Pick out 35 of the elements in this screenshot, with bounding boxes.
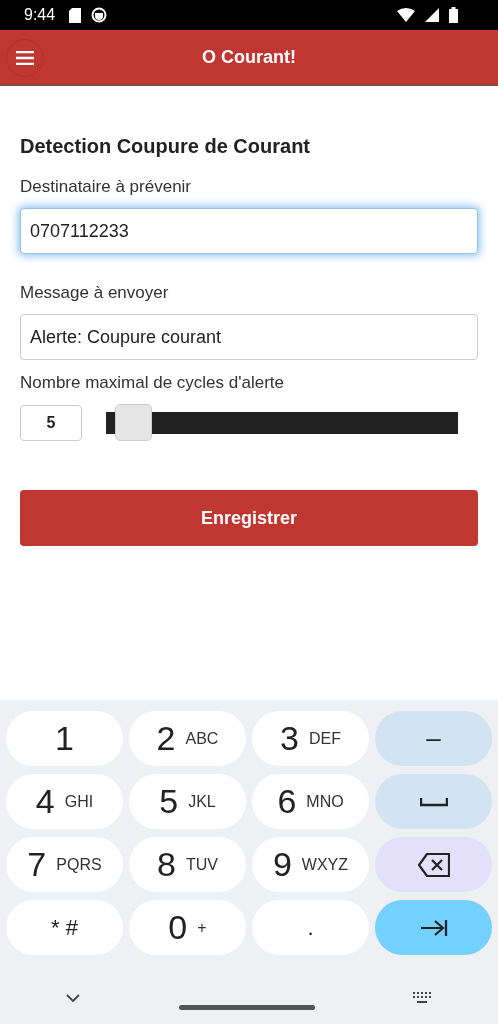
keyboard-key[interactable]: 2 ABC	[129, 711, 246, 766]
keyboard-key[interactable]: 5 JKL	[129, 774, 246, 829]
slider-thumb[interactable]	[115, 404, 153, 441]
space-icon	[419, 796, 448, 807]
keyboard-key[interactable]: –	[375, 711, 492, 766]
keyboard-key[interactable]: 8 TUV	[129, 837, 246, 892]
number-field[interactable]: 5	[20, 405, 82, 441]
tab-icon	[419, 918, 448, 937]
keyboard-icon[interactable]	[412, 990, 434, 1005]
keyboard-key[interactable]: .	[252, 900, 369, 955]
wifi-icon	[397, 8, 415, 22]
chevron-down-icon[interactable]	[65, 992, 81, 1003]
keyboard-key[interactable]: 6 MNO	[252, 774, 369, 829]
keyboard-key[interactable]: 3 DEF	[252, 711, 369, 766]
signal-icon	[425, 8, 439, 22]
keyboard-key[interactable]: 7 PQRS	[6, 837, 123, 892]
keyboard-key[interactable]: 0 +	[129, 900, 246, 955]
text-field[interactable]: Alerte: Coupure courant	[20, 314, 478, 360]
backspace-icon	[417, 852, 450, 877]
field-label: Nombre maximal de cycles d'alerte	[20, 372, 285, 394]
clock: 9:44	[24, 6, 56, 24]
keyboard-key[interactable]: 9 WXYZ	[252, 837, 369, 892]
text-field[interactable]: 0707112233	[20, 208, 478, 254]
home-handle[interactable]	[178, 1005, 315, 1010]
keyboard-key[interactable]: 1	[6, 711, 123, 766]
keyboard-key[interactable]: 4 GHI	[6, 774, 123, 829]
battery-icon	[449, 7, 458, 23]
field-label: Message à envoyer	[20, 282, 170, 304]
keyboard-key[interactable]: * #	[6, 900, 123, 955]
face-icon	[91, 7, 108, 23]
app-title: O Courant!	[201, 47, 297, 68]
save-button[interactable]: Enregistrer	[20, 490, 478, 546]
form-heading: Detection Coupure de Courant	[20, 134, 311, 159]
sd-card-icon	[69, 7, 82, 23]
field-label: Destinataire à prévenir	[20, 176, 193, 198]
